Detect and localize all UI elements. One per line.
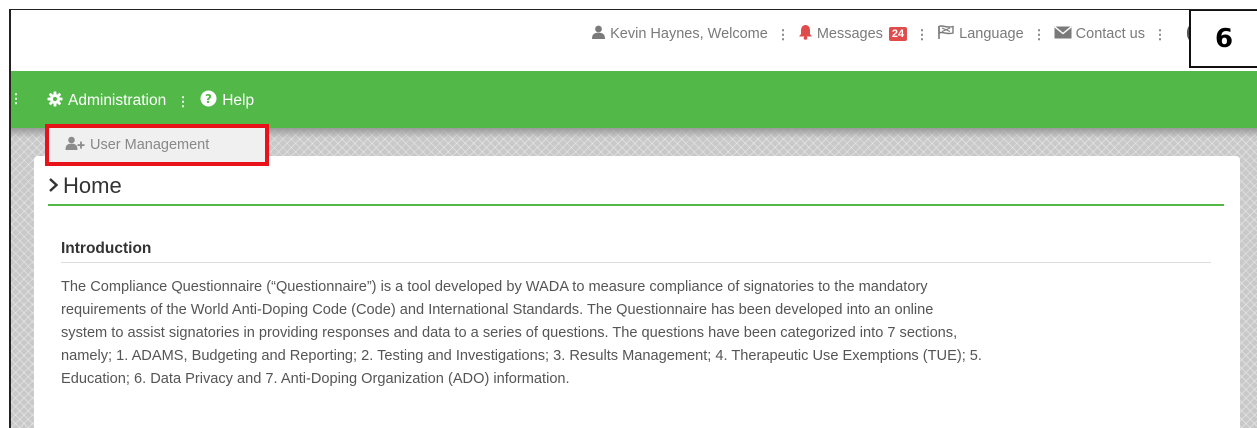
question-circle-icon: ? (200, 90, 217, 112)
main-nav-bar: Administration ? Help (11, 71, 1257, 128)
svg-text:?: ? (205, 92, 212, 106)
envelope-icon (1054, 25, 1072, 43)
language-label: Language (959, 26, 1024, 42)
separator (1037, 27, 1040, 41)
messages-count-badge: 24 (888, 27, 908, 41)
separator (921, 27, 924, 41)
user-welcome-link[interactable]: Kevin Haynes, Welcome (591, 25, 768, 43)
bell-icon (798, 24, 813, 44)
intro-line: system to assist signatories in providin… (61, 325, 958, 341)
nav-administration-label: Administration (68, 92, 167, 109)
user-management-menu-item[interactable]: User Management (47, 126, 267, 164)
separator (781, 27, 784, 41)
flag-icon (937, 25, 955, 43)
content-panel: Home Introduction The Compliance Questio… (34, 156, 1240, 428)
user-management-label: User Management (90, 137, 210, 153)
gear-icon (47, 91, 63, 112)
intro-line: namely; 1. ADAMS, Budgeting and Reportin… (61, 348, 982, 364)
intro-line: Education; 6. Data Privacy and 7. Anti-D… (61, 371, 570, 387)
top-bar: Kevin Haynes, Welcome Messages 24 Langua… (11, 10, 1257, 71)
section-divider (61, 262, 1211, 263)
user-plus-icon (65, 136, 85, 154)
separator (15, 92, 17, 105)
intro-paragraph: The Compliance Questionnaire (“Questionn… (61, 276, 1221, 391)
user-icon (591, 25, 606, 43)
language-link[interactable]: Language (937, 25, 1024, 43)
section-heading: Introduction (61, 240, 152, 257)
nav-items: Administration ? Help (47, 90, 254, 112)
messages-link[interactable]: Messages 24 (798, 24, 908, 44)
separator (182, 94, 185, 108)
nav-administration[interactable]: Administration (47, 91, 166, 112)
chevron-right-icon (48, 173, 59, 199)
messages-label: Messages (816, 26, 883, 42)
page-title: Home (48, 173, 122, 199)
page-title-label: Home (63, 173, 122, 198)
step-number-marker: 6 (1189, 10, 1257, 68)
title-divider (48, 204, 1224, 206)
intro-line: The Compliance Questionnaire (“Questionn… (61, 279, 928, 295)
nav-help-label: Help (222, 92, 255, 109)
contact-us-link[interactable]: Contact us (1054, 25, 1145, 43)
separator (1159, 27, 1161, 41)
contact-us-label: Contact us (1075, 26, 1145, 42)
app-window: Kevin Haynes, Welcome Messages 24 Langua… (9, 9, 1257, 428)
user-welcome-label: Kevin Haynes, Welcome (610, 26, 768, 42)
nav-help[interactable]: ? Help (200, 90, 254, 112)
intro-line: requirements of the World Anti-Doping Co… (61, 302, 934, 318)
top-links: Kevin Haynes, Welcome Messages 24 Langua… (591, 24, 1175, 44)
